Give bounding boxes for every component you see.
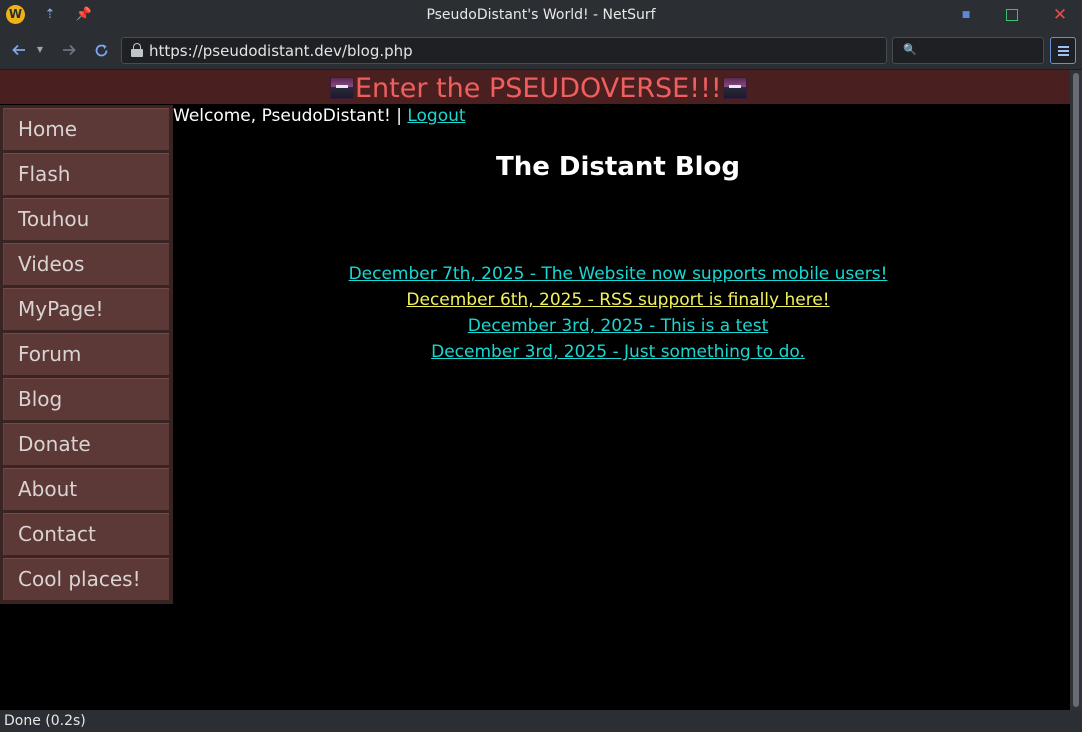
page-viewport: Enter the PSEUDOVERSE!!! Home Flash Touh… [0, 70, 1070, 710]
sidebar-item-donate[interactable]: Donate [3, 423, 169, 465]
minimize-button[interactable]: ■ [955, 4, 977, 26]
banner-text: Enter the PSEUDOVERSE!!! [355, 73, 722, 104]
site-sidebar-nav: Home Flash Touhou Videos MyPage! Forum B… [0, 105, 173, 604]
forward-button[interactable] [59, 40, 79, 60]
search-icon: 🔍 [903, 43, 917, 56]
site-banner[interactable]: Enter the PSEUDOVERSE!!! [0, 70, 1070, 104]
sidebar-item-forum[interactable]: Forum [3, 333, 169, 375]
blog-post-link[interactable]: December 6th, 2025 - RSS support is fina… [406, 290, 829, 310]
status-text: Done (0.2s) [4, 713, 86, 729]
window-title: PseudoDistant's World! - NetSurf [426, 7, 656, 23]
browser-toolbar: ▼ https://pseudodistant.dev/blog.php 🔍 [0, 31, 1082, 70]
reload-button[interactable] [91, 40, 111, 60]
lock-icon [131, 43, 143, 57]
back-button[interactable] [9, 40, 29, 60]
address-bar-url[interactable]: https://pseudodistant.dev/blog.php [149, 42, 413, 60]
list-item: December 7th, 2025 - The Website now sup… [173, 261, 1063, 287]
scrollbar-thumb[interactable] [1073, 73, 1079, 707]
sidebar-item-cool-places[interactable]: Cool places! [3, 558, 169, 600]
maximize-icon [1006, 9, 1018, 21]
reload-icon [95, 44, 107, 57]
sidebar-item-contact[interactable]: Contact [3, 513, 169, 555]
sidebar-item-mypage[interactable]: MyPage! [3, 288, 169, 330]
blog-post-link[interactable]: December 3rd, 2025 - This is a test [468, 316, 768, 336]
list-item: December 6th, 2025 - RSS support is fina… [173, 287, 1063, 313]
arrow-right-icon [63, 44, 76, 56]
welcome-line: Welcome, PseudoDistant! | Logout [173, 106, 466, 126]
search-field[interactable]: 🔍 [892, 37, 1044, 64]
blog-post-link[interactable]: December 3rd, 2025 - Just something to d… [431, 342, 805, 362]
address-bar[interactable]: https://pseudodistant.dev/blog.php [121, 37, 887, 64]
page-title: The Distant Blog [495, 152, 741, 182]
vertical-scrollbar[interactable] [1070, 70, 1082, 710]
arrow-left-icon [12, 44, 25, 56]
sidebar-item-home[interactable]: Home [3, 108, 169, 150]
banner-left-image [330, 77, 354, 99]
sidebar-item-videos[interactable]: Videos [3, 243, 169, 285]
close-button[interactable]: ✕ [1049, 4, 1071, 26]
blog-post-list: December 7th, 2025 - The Website now sup… [173, 261, 1063, 365]
logout-link[interactable]: Logout [407, 106, 465, 126]
sidebar-item-flash[interactable]: Flash [3, 153, 169, 195]
welcome-text: Welcome, PseudoDistant! | [173, 106, 402, 126]
sidebar-item-about[interactable]: About [3, 468, 169, 510]
sidebar-item-touhou[interactable]: Touhou [3, 198, 169, 240]
status-bar: Done (0.2s) [0, 710, 1082, 732]
back-history-dropdown[interactable]: ▼ [35, 40, 45, 60]
maximize-button[interactable] [1001, 4, 1023, 26]
window-titlebar: W ⇡ 📌 PseudoDistant's World! - NetSurf ■… [0, 0, 1082, 31]
list-item: December 3rd, 2025 - Just something to d… [173, 339, 1063, 365]
sidebar-item-blog[interactable]: Blog [3, 378, 169, 420]
blog-post-link[interactable]: December 7th, 2025 - The Website now sup… [349, 264, 888, 284]
banner-right-image [722, 77, 747, 99]
main-menu-button[interactable] [1050, 37, 1076, 64]
list-item: December 3rd, 2025 - This is a test [173, 313, 1063, 339]
